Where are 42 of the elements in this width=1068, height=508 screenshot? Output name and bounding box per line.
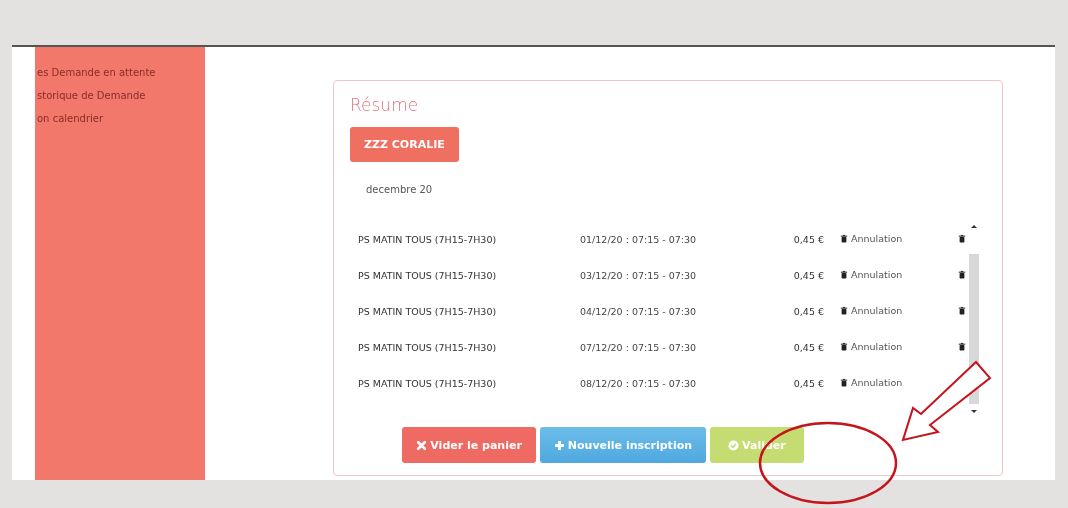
- sidebar-link[interactable]: on calendrier: [35, 113, 205, 124]
- activity-text: PS MATIN TOUS (7H15-7H30): [357, 305, 498, 317]
- trash-icon: [958, 269, 966, 279]
- trash-icon: [958, 305, 966, 315]
- trash-icon: [840, 342, 848, 351]
- sidebar-link[interactable]: storique de Demande: [35, 90, 205, 101]
- cancel-link[interactable]: Annulation: [840, 305, 903, 316]
- x-icon: [416, 439, 428, 451]
- child-button[interactable]: ZZZ CORALIE: [350, 127, 459, 162]
- price-text: 0,45 €: [792, 341, 824, 353]
- trash-icon: [840, 270, 848, 279]
- price-text: 0,45 €: [792, 233, 824, 245]
- price-text: 0,45 €: [792, 377, 824, 389]
- card-title: Résume: [350, 95, 420, 115]
- sidebar-link[interactable]: es Demande en attente: [35, 67, 205, 78]
- trash-icon: [840, 378, 848, 387]
- scroll-down-arrow[interactable]: [971, 410, 977, 413]
- trash-icon: [840, 234, 848, 243]
- price-text: 0,45 €: [792, 269, 824, 281]
- activity-text: PS MATIN TOUS (7H15-7H30): [357, 377, 498, 389]
- plus-icon: [553, 439, 565, 451]
- slot-text: 07/12/20 : 07:15 - 07:30: [580, 341, 698, 353]
- slot-text: 08/12/20 : 07:15 - 07:30: [580, 377, 698, 389]
- price-text: 0,45 €: [792, 305, 824, 317]
- new-registration-button[interactable]: Nouvelle inscription: [539, 427, 707, 463]
- check-circle-icon: [728, 439, 740, 451]
- trash-icon: [840, 306, 848, 315]
- activity-text: PS MATIN TOUS (7H15-7H30): [357, 341, 498, 353]
- cancel-link[interactable]: Annulation: [840, 341, 903, 352]
- cancel-link[interactable]: Annulation: [840, 233, 903, 244]
- trash-icon: [958, 341, 966, 351]
- month-label: decembre 20: [366, 184, 434, 195]
- slot-text: 01/12/20 : 07:15 - 07:30: [580, 233, 698, 245]
- cancel-link[interactable]: Annulation: [840, 269, 903, 280]
- slot-text: 03/12/20 : 07:15 - 07:30: [580, 269, 698, 281]
- activity-text: PS MATIN TOUS (7H15-7H30): [357, 269, 498, 281]
- slot-text: 04/12/20 : 07:15 - 07:30: [580, 305, 698, 317]
- scroll-up-arrow[interactable]: [971, 225, 977, 228]
- activity-text: PS MATIN TOUS (7H15-7H30): [357, 233, 498, 245]
- trash-icon: [958, 233, 966, 243]
- cancel-link[interactable]: Annulation: [840, 377, 903, 388]
- clear-cart-button[interactable]: Vider le panier: [402, 427, 536, 463]
